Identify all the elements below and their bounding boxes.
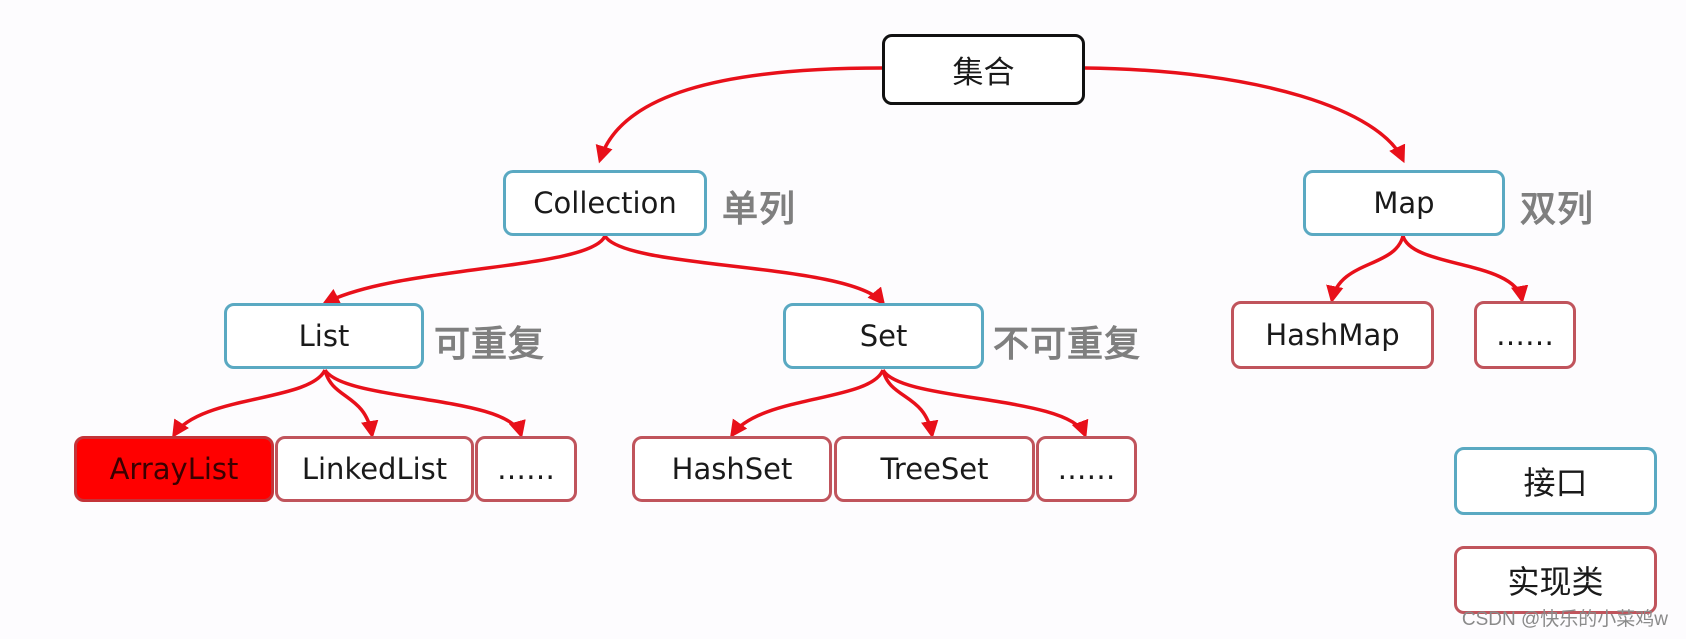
edge-list-to-linkedlist <box>323 369 379 439</box>
map-more-impl-node: …… <box>1474 301 1576 369</box>
list-annotation: 可重复 <box>434 324 546 365</box>
treeset-node-label: TreeSet <box>880 452 989 486</box>
hashset-impl-node: HashSet <box>632 436 832 502</box>
edge-list-to-arraylist <box>172 369 327 438</box>
arraylist-node-label: ArrayList <box>109 452 239 486</box>
edge-map-to-hashmap <box>1326 235 1405 304</box>
map-node-label: Map <box>1373 186 1435 220</box>
edge-collection-to-list <box>321 235 607 305</box>
map-annotation: 双列 <box>1520 189 1595 230</box>
treeset-impl-node: TreeSet <box>834 436 1035 502</box>
edge-collection-to-set <box>603 234 886 306</box>
set-interface-node: Set <box>783 303 984 369</box>
set-node-label: Set <box>859 319 908 353</box>
arraylist-impl-node: ArrayList <box>74 436 274 502</box>
list-node-label: List <box>298 319 350 353</box>
root-node-label: 集合 <box>952 55 1015 91</box>
edge-root-to-map <box>1084 66 1406 164</box>
list-more-impl-node: …… <box>475 436 577 502</box>
edge-set-to-treeset <box>881 369 939 439</box>
csdn-watermark: CSDN @快乐的小菜鸡w <box>1461 609 1668 630</box>
edge-map-to-map-more <box>1401 235 1529 304</box>
legend-interface-label: 接口 <box>1523 464 1588 502</box>
collection-node-label: Collection <box>533 186 677 220</box>
linkedlist-impl-node: LinkedList <box>275 436 474 502</box>
edge-set-to-hashset <box>729 369 885 438</box>
legend-implementation-label: 实现类 <box>1507 563 1604 601</box>
map-more-node-label: …… <box>1496 318 1554 352</box>
legend-interface-box: 接口 <box>1454 447 1657 515</box>
edge-root-to-collection <box>595 66 883 164</box>
linkedlist-node-label: LinkedList <box>301 452 448 486</box>
hashmap-node-label: HashMap <box>1265 318 1400 352</box>
collection-interface-node: Collection <box>503 170 707 236</box>
set-more-impl-node: …… <box>1036 436 1137 502</box>
list-more-node-label: …… <box>497 452 555 486</box>
map-interface-node: Map <box>1303 170 1505 236</box>
set-more-node-label: …… <box>1057 452 1116 486</box>
hashmap-impl-node: HashMap <box>1231 301 1434 369</box>
list-interface-node: List <box>224 303 424 369</box>
set-annotation: 不可重复 <box>993 324 1142 365</box>
collection-annotation: 单列 <box>722 189 797 230</box>
collections-root-node: 集合 <box>882 34 1085 105</box>
hashset-node-label: HashSet <box>671 452 793 486</box>
